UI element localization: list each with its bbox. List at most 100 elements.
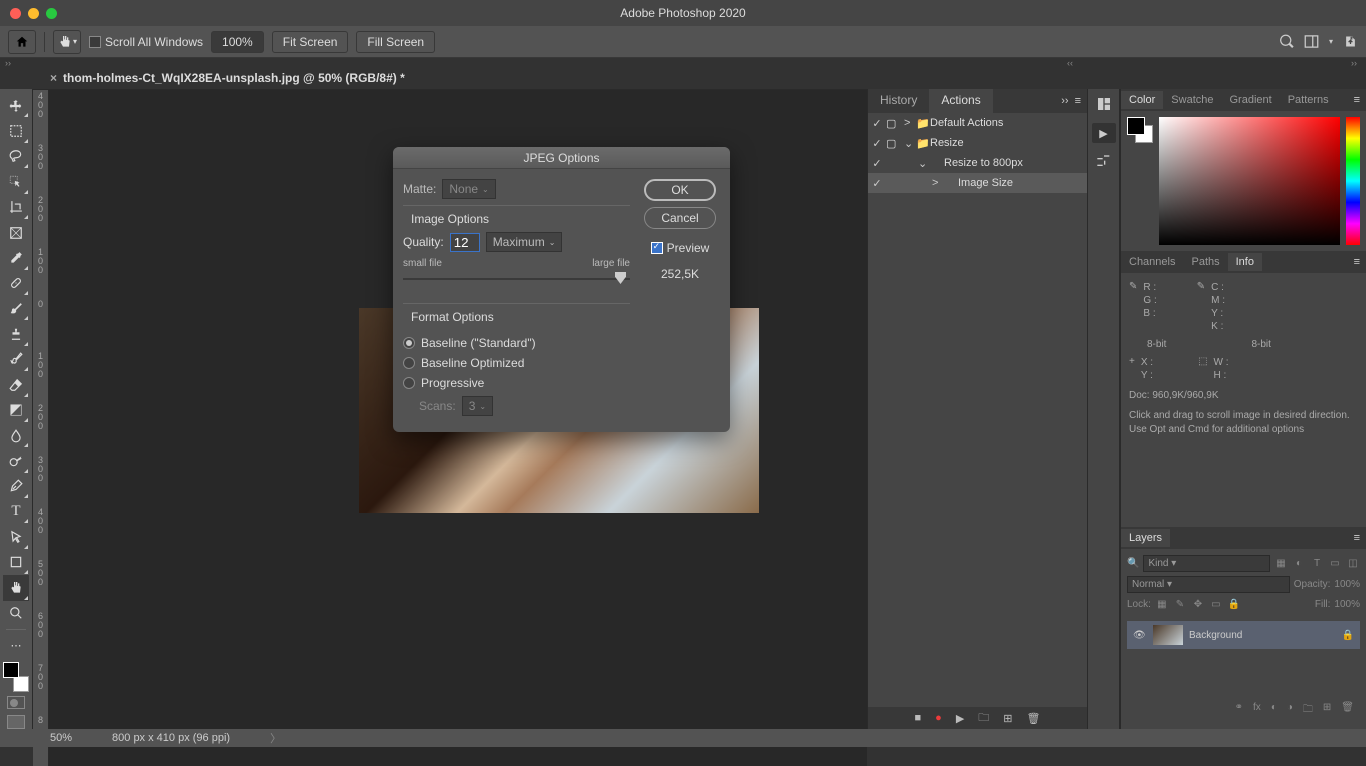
tab-history[interactable]: History <box>868 89 929 113</box>
tab-patterns[interactable]: Patterns <box>1280 91 1337 109</box>
eyedropper-tool[interactable] <box>3 245 29 270</box>
search-icon[interactable]: 🔍 <box>1127 558 1139 569</box>
lock-brush-icon[interactable]: ✎ <box>1173 597 1187 611</box>
stop-button[interactable]: ■ <box>915 712 922 724</box>
adjustments-panel-icon[interactable] <box>1093 151 1115 173</box>
lock-artboard-icon[interactable]: ▭ <box>1209 597 1223 611</box>
action-row[interactable]: ✓▢>📁Default Actions <box>868 113 1087 133</box>
gradient-tool[interactable] <box>3 398 29 423</box>
layer-mask-icon[interactable]: ◐ <box>1271 702 1277 719</box>
tab-paths[interactable]: Paths <box>1183 253 1227 271</box>
new-group-icon[interactable]: 🗀 <box>1303 702 1313 719</box>
delete-layer-icon[interactable]: 🗑 <box>1341 702 1354 719</box>
filter-type-icon[interactable]: T <box>1310 557 1324 571</box>
close-tab-icon[interactable]: × <box>50 71 57 85</box>
quick-mask-toggle[interactable] <box>7 696 25 710</box>
tab-gradients[interactable]: Gradient <box>1222 91 1280 109</box>
layer-fx-icon[interactable]: fx <box>1253 702 1261 719</box>
action-row[interactable]: ✓▢⌄📁Resize <box>868 133 1087 153</box>
tab-info[interactable]: Info <box>1228 253 1262 271</box>
color-swatches[interactable] <box>3 662 29 691</box>
color-panel-swatches[interactable] <box>1127 117 1153 143</box>
doc-dimensions[interactable]: 800 px x 410 px (96 ppi) <box>112 732 230 744</box>
layer-filter-select[interactable]: Kind ▾ <box>1143 555 1270 572</box>
filter-pixel-icon[interactable]: ▦ <box>1274 557 1288 571</box>
ok-button[interactable]: OK <box>644 179 716 201</box>
panel-menu-icon[interactable]: ≡ <box>1075 95 1081 107</box>
foreground-color-swatch[interactable] <box>3 662 19 678</box>
edit-toolbar[interactable]: ⋯ <box>3 633 29 658</box>
visibility-toggle[interactable]: 👁 <box>1133 630 1147 641</box>
delete-action-button[interactable]: 🗑 <box>1027 712 1041 725</box>
marquee-tool[interactable] <box>3 118 29 143</box>
quality-input[interactable] <box>450 233 480 252</box>
play-button[interactable]: ▶ <box>956 712 964 725</box>
fit-screen-button[interactable]: Fit Screen <box>272 31 349 53</box>
layers-panel-menu-icon[interactable]: ≡ <box>1354 532 1366 544</box>
tab-swatches[interactable]: Swatche <box>1163 91 1221 109</box>
tab-layers[interactable]: Layers <box>1121 529 1170 547</box>
new-action-button[interactable]: ⊞ <box>1003 712 1012 725</box>
radio-progressive[interactable]: Progressive <box>403 376 630 390</box>
record-button[interactable]: ● <box>935 712 942 724</box>
radio-baseline-optimized[interactable]: Baseline Optimized <box>403 356 630 370</box>
color-panel-menu-icon[interactable]: ≡ <box>1354 94 1366 106</box>
color-field[interactable] <box>1159 117 1340 245</box>
quality-preset-select[interactable]: Maximum ⌄ <box>486 232 563 252</box>
tab-color[interactable]: Color <box>1121 91 1163 109</box>
collapse-mid-icon[interactable]: ‹‹ <box>1062 58 1078 68</box>
expand-toolbar-icon[interactable]: ›› <box>0 58 16 68</box>
layer-background[interactable]: 👁 Background 🔒 <box>1127 621 1360 649</box>
path-select-tool[interactable] <box>3 524 29 549</box>
action-row[interactable]: ✓>Image Size <box>868 173 1087 193</box>
stamp-tool[interactable] <box>3 321 29 346</box>
fill-value[interactable]: 100% <box>1334 599 1360 610</box>
maximize-window-button[interactable] <box>46 8 57 19</box>
shape-tool[interactable] <box>3 550 29 575</box>
panel-expand-icon[interactable]: ›› <box>1061 95 1068 107</box>
zoom-level[interactable]: 50% <box>50 732 72 744</box>
pen-tool[interactable] <box>3 474 29 499</box>
screen-mode-toggle[interactable] <box>7 715 25 729</box>
search-icon[interactable] <box>1279 34 1294 49</box>
preview-checkbox[interactable]: Preview <box>651 241 710 255</box>
play-panel-icon[interactable]: ▶ <box>1092 123 1116 143</box>
lock-all-icon[interactable]: 🔒 <box>1227 597 1241 611</box>
zoom-tool[interactable] <box>3 601 29 626</box>
lasso-tool[interactable] <box>3 144 29 169</box>
tab-actions[interactable]: Actions <box>929 89 992 113</box>
zoom-100-button[interactable]: 100% <box>211 31 264 53</box>
quick-select-tool[interactable] <box>3 169 29 194</box>
close-window-button[interactable] <box>10 8 21 19</box>
document-tab[interactable]: × thom-holmes-Ct_WqIX28EA-unsplash.jpg @… <box>50 71 405 85</box>
new-fill-icon[interactable]: ◑ <box>1287 702 1293 719</box>
workspace-icon[interactable] <box>1304 34 1319 49</box>
tab-channels[interactable]: Channels <box>1121 253 1183 271</box>
status-more-icon[interactable]: 〉 <box>270 730 281 746</box>
fill-screen-button[interactable]: Fill Screen <box>356 31 435 53</box>
eraser-tool[interactable] <box>3 372 29 397</box>
frame-tool[interactable] <box>3 220 29 245</box>
tool-preset-picker[interactable]: ▾ <box>53 30 81 54</box>
opacity-value[interactable]: 100% <box>1334 579 1360 590</box>
cancel-button[interactable]: Cancel <box>644 207 716 229</box>
layer-thumbnail[interactable] <box>1153 625 1183 645</box>
new-set-button[interactable]: 🗀 <box>978 709 989 728</box>
history-brush-tool[interactable] <box>3 347 29 372</box>
lock-pixels-icon[interactable]: ▦ <box>1155 597 1169 611</box>
type-tool[interactable]: T <box>3 499 29 524</box>
properties-panel-icon[interactable] <box>1093 93 1115 115</box>
action-row[interactable]: ✓⌄Resize to 800px <box>868 153 1087 173</box>
move-tool[interactable] <box>3 93 29 118</box>
collapse-right-icon[interactable]: ›› <box>1346 58 1362 68</box>
hue-slider[interactable] <box>1346 117 1360 245</box>
hand-tool[interactable] <box>3 575 29 600</box>
healing-tool[interactable] <box>3 271 29 296</box>
new-layer-icon[interactable]: ⊞ <box>1323 702 1331 719</box>
share-icon[interactable] <box>1343 34 1358 49</box>
crop-tool[interactable] <box>3 195 29 220</box>
filter-smart-icon[interactable]: ◫ <box>1346 557 1360 571</box>
scroll-all-windows-checkbox[interactable]: Scroll All Windows <box>89 35 203 49</box>
filter-adjust-icon[interactable]: ◐ <box>1292 557 1306 571</box>
info-panel-menu-icon[interactable]: ≡ <box>1354 256 1366 268</box>
